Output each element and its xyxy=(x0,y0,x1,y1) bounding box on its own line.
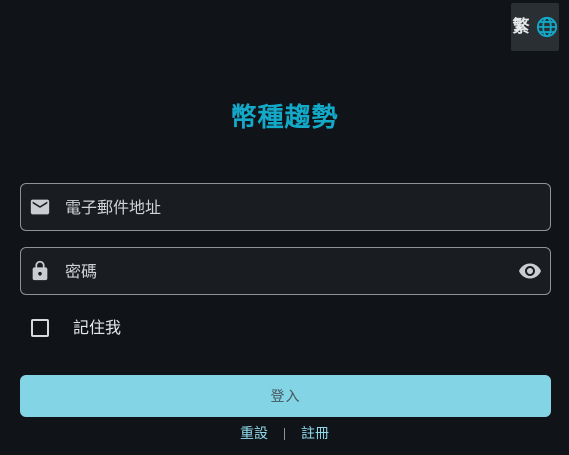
email-field[interactable] xyxy=(20,183,551,231)
password-input[interactable] xyxy=(51,248,518,294)
email-input[interactable] xyxy=(51,184,550,230)
language-toggle-button[interactable]: 繁 xyxy=(511,3,559,51)
link-divider xyxy=(284,428,285,440)
footer-links: 重設 註冊 xyxy=(0,424,569,444)
login-button[interactable]: 登入 xyxy=(20,375,551,417)
eye-icon[interactable] xyxy=(518,259,542,283)
language-label: 繁 xyxy=(512,16,530,37)
globe-icon xyxy=(536,16,557,38)
mail-icon xyxy=(30,199,50,215)
lock-icon xyxy=(32,260,48,281)
register-link[interactable]: 註冊 xyxy=(301,424,329,444)
remember-me-checkbox-row[interactable]: 記住我 xyxy=(31,318,121,338)
password-field[interactable] xyxy=(20,247,551,295)
remember-me-checkbox[interactable] xyxy=(31,319,49,337)
remember-me-label: 記住我 xyxy=(73,318,122,337)
reset-link[interactable]: 重設 xyxy=(240,424,268,444)
app-title: 幣種趨勢 xyxy=(230,103,339,133)
